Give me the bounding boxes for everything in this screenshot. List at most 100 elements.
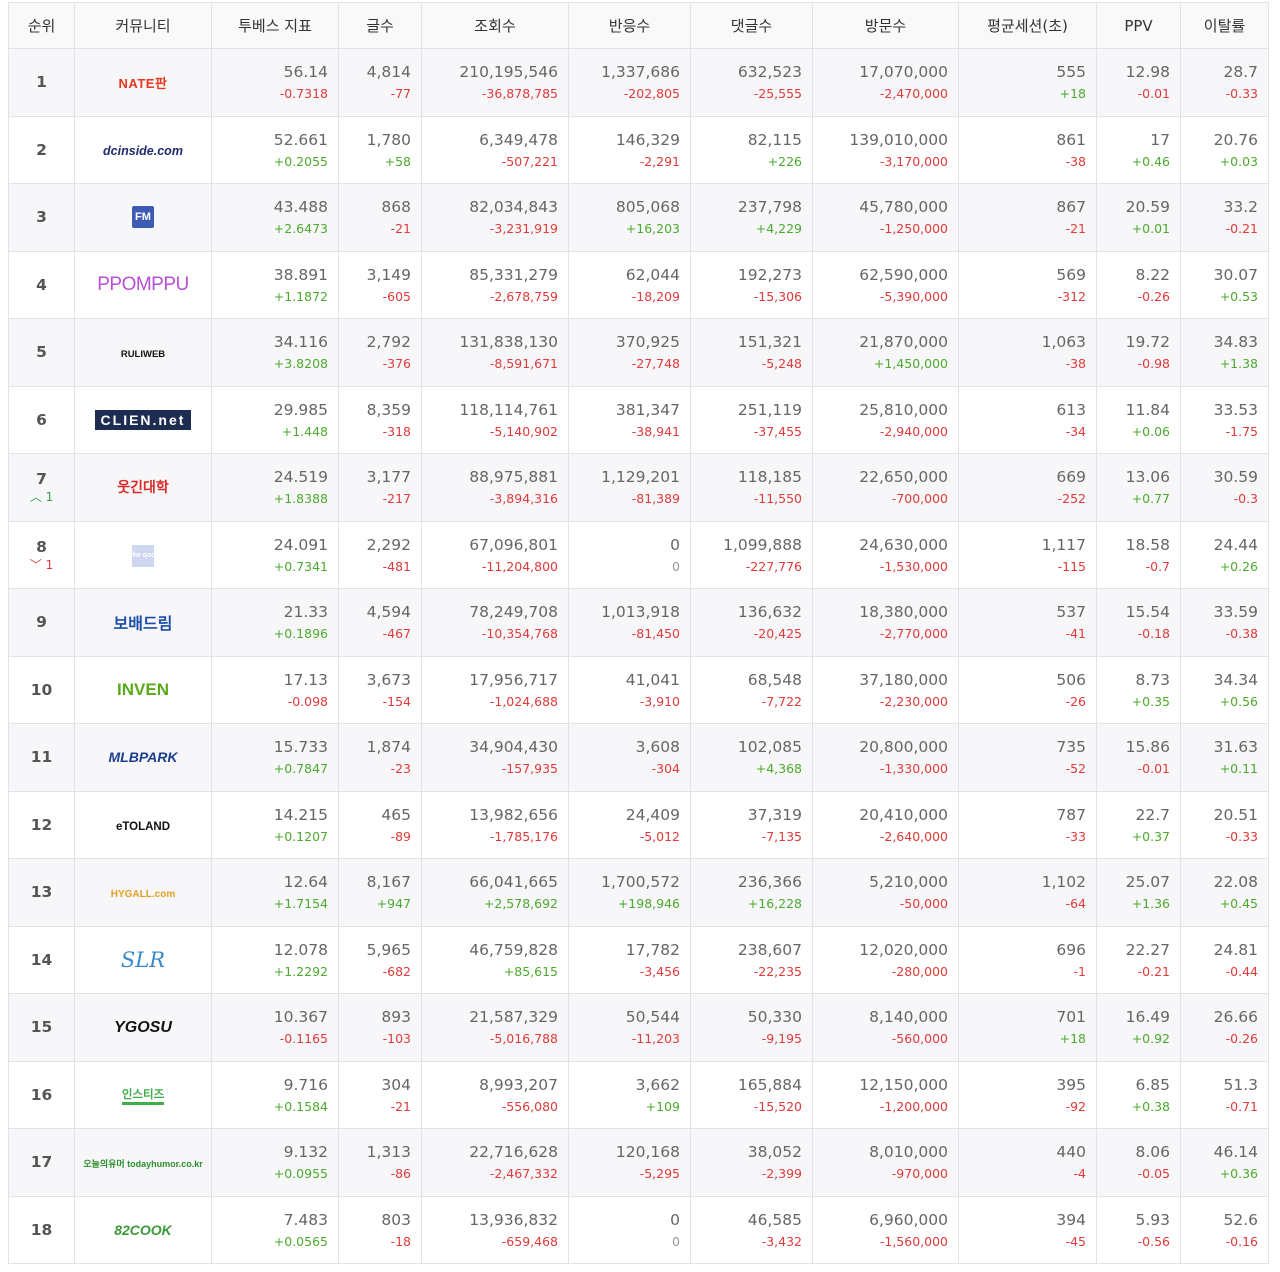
community-logo[interactable]: MLBPARK [109, 749, 178, 765]
community-logo-cell[interactable]: 82COOK [74, 1195, 212, 1264]
rank-number: 17 [30, 1153, 53, 1172]
table-row[interactable]: 4 PPOMPPU 38.891 +1.1872 3,149 -605 85,331,279… [8, 250, 1269, 319]
header-views[interactable]: 조회수 [421, 2, 569, 49]
community-logo-cell[interactable]: HYGALL.com [74, 858, 212, 927]
community-logo[interactable]: dcinside.com [103, 144, 183, 158]
header-ppv[interactable]: PPV [1096, 2, 1181, 49]
table-row[interactable]: 12 eTOLAND 14.215 +0.1207 465 -89 13,982,656 -1… [8, 790, 1269, 859]
community-logo[interactable]: eTOLAND [116, 821, 170, 833]
community-logo[interactable]: 인스티즈 [121, 1086, 165, 1106]
table-row[interactable]: 16 인스티즈 9.716 +0.1584 304 -21 8,993,207 -556,08… [8, 1060, 1269, 1129]
tubes-index-cell: 12.078 +1.2292 [211, 925, 339, 994]
visits-delta: -2,940,000 [879, 423, 948, 439]
table-row[interactable]: 2 dcinside.com 52.661 +0.2055 1,780 +58 6,349,… [8, 115, 1269, 184]
header-community[interactable]: 커뮤니티 [74, 2, 212, 49]
community-logo[interactable]: CLIEN.net [94, 409, 192, 430]
community-logo-cell[interactable]: 보배드림 [74, 588, 212, 657]
bounce-rate-value: 33.53 [1213, 400, 1258, 419]
community-logo-cell[interactable]: eTOLAND [74, 790, 212, 859]
community-logo[interactable]: NATE판 [119, 73, 168, 92]
table-row[interactable]: 10 INVEN 17.13 -0.098 3,673 -154 17,956,717 -1,… [8, 655, 1269, 724]
avg-session-cell: 394 -45 [958, 1195, 1097, 1264]
header-tubes-index[interactable]: 투베스 지표 [211, 2, 339, 49]
views-cell: 131,838,130 -8,591,671 [421, 318, 569, 387]
tubes-index-delta: +0.1896 [273, 626, 328, 642]
table-row[interactable]: 9 보배드림 21.33 +0.1896 4,594 -467 78,249,708 -10,… [8, 588, 1269, 657]
rank-number: 2 [36, 140, 47, 159]
community-logo[interactable]: 오늘의유머 todayhumor.co.kr [83, 1157, 202, 1170]
bounce-rate-value: 24.81 [1213, 940, 1258, 959]
views-delta: -1,024,688 [489, 693, 558, 709]
visits-delta: -1,250,000 [879, 221, 948, 237]
avg-session-value: 613 [1056, 400, 1086, 419]
community-logo[interactable]: RULIWEB [121, 349, 165, 360]
community-logo[interactable]: 웃긴대학 [117, 477, 169, 497]
community-logo-cell[interactable]: RULIWEB [74, 318, 212, 387]
community-logo-cell[interactable]: NATE판 [74, 48, 212, 117]
community-logo[interactable]: SLR [121, 948, 165, 972]
community-logo-cell[interactable]: PPOMPPU [74, 250, 212, 319]
posts-value: 3,149 [366, 265, 411, 284]
community-logo[interactable]: the qoo [130, 544, 156, 567]
header-reactions[interactable]: 반응수 [568, 2, 691, 49]
community-logo-cell[interactable]: SLR [74, 925, 212, 994]
header-posts[interactable]: 글수 [338, 2, 422, 49]
bounce-rate-cell: 26.66 -0.26 [1180, 993, 1269, 1062]
visits-value: 5,210,000 [869, 873, 948, 892]
tubes-index-cell: 56.14 -0.7318 [211, 48, 339, 117]
comments-value: 37,319 [747, 805, 802, 824]
views-cell: 8,993,207 -556,080 [421, 1060, 569, 1129]
table-row[interactable]: 18 82COOK 7.483 +0.0565 803 -18 13,936,832 -659… [8, 1195, 1269, 1264]
community-logo-cell[interactable]: CLIEN.net [74, 385, 212, 454]
reactions-value: 805,068 [615, 198, 680, 217]
reactions-delta: -81,389 [631, 491, 680, 507]
bounce-rate-delta: -0.3 [1233, 491, 1258, 507]
tubes-index-value: 9.716 [283, 1075, 328, 1094]
community-logo[interactable]: 보배드림 [114, 610, 173, 634]
bounce-rate-delta: +0.53 [1219, 288, 1258, 304]
header-bounce-rate[interactable]: 이탈률 [1180, 2, 1269, 49]
table-row[interactable]: 15 YGOSU 10.367 -0.1165 893 -103 21,587,329 -5,… [8, 993, 1269, 1062]
posts-delta: -18 [390, 1233, 411, 1249]
table-row[interactable]: 13 HYGALL.com 12.64 +1.7154 8,167 +947 66,041,… [8, 858, 1269, 927]
community-logo-cell[interactable]: 인스티즈 [74, 1060, 212, 1129]
rank-number: 18 [30, 1220, 53, 1239]
community-logo-cell[interactable]: FM [74, 183, 212, 252]
table-row[interactable]: 17 오늘의유머 todayhumor.co.kr 9.132 +0.0955 1,31… [8, 1128, 1269, 1197]
table-row[interactable]: 6 CLIEN.net 29.985 +1.448 8,359 -318 118,114,7… [8, 385, 1269, 454]
posts-cell: 8,359 -318 [338, 385, 422, 454]
header-comments[interactable]: 댓글수 [690, 2, 813, 49]
community-logo-cell[interactable]: the qoo [74, 520, 212, 589]
community-logo[interactable]: YGOSU [114, 1019, 172, 1037]
table-row[interactable]: 11 MLBPARK 15.733 +0.7847 1,874 -23 34,904,430… [8, 723, 1269, 792]
community-logo-cell[interactable]: 웃긴대학 [74, 453, 212, 522]
community-logo[interactable]: 82COOK [114, 1222, 172, 1238]
community-logo-cell[interactable]: YGOSU [74, 993, 212, 1062]
community-logo[interactable]: FM [132, 206, 154, 229]
table-row[interactable]: 1 NATE판 56.14 -0.7318 4,814 -77 210,195,546 -36… [8, 48, 1269, 117]
bounce-rate-cell: 22.08 +0.45 [1180, 858, 1269, 927]
bounce-rate-cell: 33.59 -0.38 [1180, 588, 1269, 657]
table-row[interactable]: 5 RULIWEB 34.116 +3.8208 2,792 -376 131,838,13… [8, 318, 1269, 387]
tubes-index-delta: +1.8388 [273, 491, 328, 507]
views-value: 21,587,329 [469, 1008, 558, 1027]
table-row[interactable]: 8 ﹀ 1 the qoo 24.091 +0.7341 2,292 -481 67,096,… [8, 520, 1269, 589]
community-logo[interactable]: PPOMPPU [97, 274, 189, 296]
tubes-index-delta: +2.6473 [273, 221, 328, 237]
table-row[interactable]: 14 SLR 12.078 +1.2292 5,965 -682 46,759,828 +85… [8, 925, 1269, 994]
community-logo-cell[interactable]: dcinside.com [74, 115, 212, 184]
table-row[interactable]: 3 FM 43.488 +2.6473 868 -21 82,034,843 -3,231,9… [8, 183, 1269, 252]
community-logo[interactable]: HYGALL.com [111, 889, 175, 900]
community-logo-cell[interactable]: 오늘의유머 todayhumor.co.kr [74, 1128, 212, 1197]
table-row[interactable]: 7 ︿ 1 웃긴대학 24.519 +1.8388 3,177 -217 88,975,881… [8, 453, 1269, 522]
community-logo-cell[interactable]: MLBPARK [74, 723, 212, 792]
header-rank[interactable]: 순위 [8, 2, 75, 49]
comments-value: 236,366 [737, 873, 802, 892]
header-avg-session[interactable]: 평균세션(초) [958, 2, 1097, 49]
header-visits[interactable]: 방문수 [812, 2, 959, 49]
comments-value: 102,085 [737, 738, 802, 757]
community-logo-cell[interactable]: INVEN [74, 655, 212, 724]
community-logo[interactable]: INVEN [117, 680, 169, 700]
tubes-index-value: 17.13 [283, 670, 328, 689]
bounce-rate-delta: -0.38 [1225, 626, 1258, 642]
